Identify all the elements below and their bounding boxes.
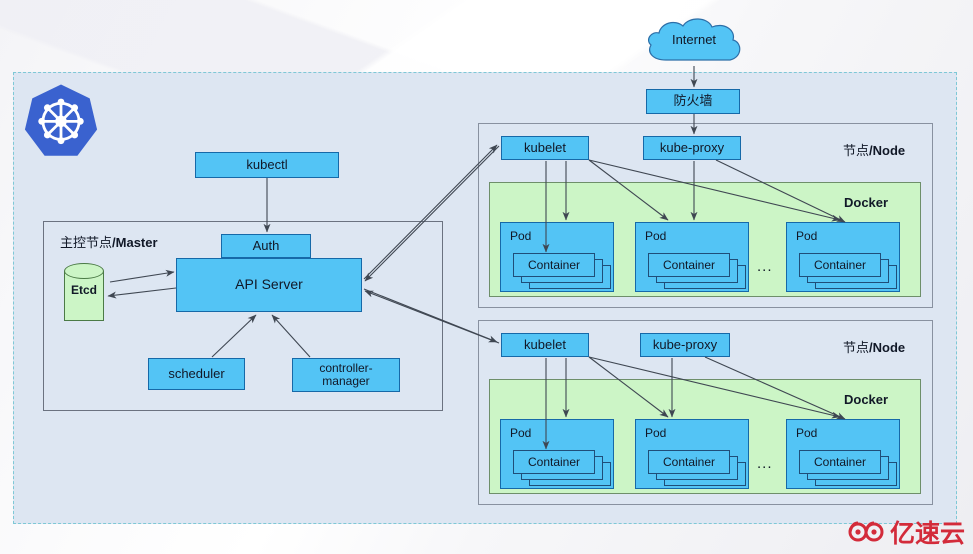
node-2-pod-3-container-label: Container (813, 455, 867, 469)
internet-label: Internet (671, 32, 717, 47)
master-title-en: Master (115, 235, 158, 250)
node-1-pod-2-container-stack: Container (648, 253, 746, 289)
node-1-title: 节点/Node (843, 140, 905, 159)
watermark-cloud-icon (848, 521, 884, 542)
node-1-pod-2-label: Pod (645, 229, 667, 243)
node-2-pod-2[interactable]: Pod Container (635, 419, 749, 489)
node-1-pod-3-container-label: Container (813, 258, 867, 272)
auth-box[interactable]: Auth (221, 234, 311, 258)
firewall-box[interactable]: 防火墙 (646, 89, 740, 114)
node-2-pod-1-container-label: Container (527, 455, 581, 469)
scheduler-box[interactable]: scheduler (148, 358, 245, 390)
kubectl-box[interactable]: kubectl (195, 152, 339, 178)
node-2-pod-1-label: Pod (510, 426, 532, 440)
node-2-pod-2-container-label: Container (662, 455, 716, 469)
node-1-kubelet-box[interactable]: kubelet (501, 136, 589, 160)
node-1-pod-1-container-stack: Container (513, 253, 611, 289)
api-server-box[interactable]: API Server (176, 258, 362, 312)
node-1-docker-label: Docker (844, 195, 889, 210)
node-2-docker-label: Docker (844, 392, 889, 407)
node-1-pod-2[interactable]: Pod Container (635, 222, 749, 292)
controller-manager-box[interactable]: controller- manager (292, 358, 400, 392)
node-1-pod-3[interactable]: Pod Container (786, 222, 900, 292)
node-2-pod-2-label: Pod (645, 426, 667, 440)
node-2-pods-ellipsis: ... (757, 455, 773, 472)
node-2-pod-3-label: Pod (796, 426, 818, 440)
node-2-pod-1-container-stack: Container (513, 450, 611, 486)
node-1-pods-ellipsis: ... (757, 258, 773, 275)
watermark-text: 亿速云 (889, 519, 965, 548)
etcd-label: Etcd (70, 283, 97, 297)
node-2-pod-3-container-stack: Container (799, 450, 897, 486)
node-1-title-cn: 节点 (843, 143, 870, 158)
node-2-kubelet-box[interactable]: kubelet (501, 333, 589, 357)
node-1-pod-3-label: Pod (796, 229, 818, 243)
watermark: 亿速云 (847, 514, 965, 550)
node-2-pod-1[interactable]: Pod Container (500, 419, 614, 489)
node-2-title: 节点/Node (843, 337, 905, 356)
node-1-pod-1-label: Pod (510, 229, 532, 243)
node-1-pod-3-container-stack: Container (799, 253, 897, 289)
node-1-kube-proxy-box[interactable]: kube-proxy (643, 136, 741, 160)
node-2-title-en: Node (872, 340, 906, 355)
node-2-kube-proxy-box[interactable]: kube-proxy (640, 333, 730, 357)
diagram-canvas: Internet 防火墙 kubectl 主控节点/Master Etcd Au… (0, 0, 973, 554)
internet-cloud: Internet (640, 16, 748, 68)
etcd-top-ellipse (64, 263, 104, 279)
node-1-pod-1-container-label: Container (527, 258, 581, 272)
node-2-pod-3[interactable]: Pod Container (786, 419, 900, 489)
node-1-pod-1[interactable]: Pod Container (500, 222, 614, 292)
node-2-title-cn: 节点 (843, 340, 870, 355)
node-2-pod-2-container-stack: Container (648, 450, 746, 486)
node-1-pod-2-container-label: Container (662, 258, 716, 272)
master-title-cn: 主控节点 (60, 235, 113, 250)
kubernetes-logo-icon (20, 82, 102, 164)
etcd-cylinder[interactable]: Etcd (64, 263, 104, 323)
master-title: 主控节点/Master (60, 232, 158, 251)
node-1-title-en: Node (872, 143, 906, 158)
